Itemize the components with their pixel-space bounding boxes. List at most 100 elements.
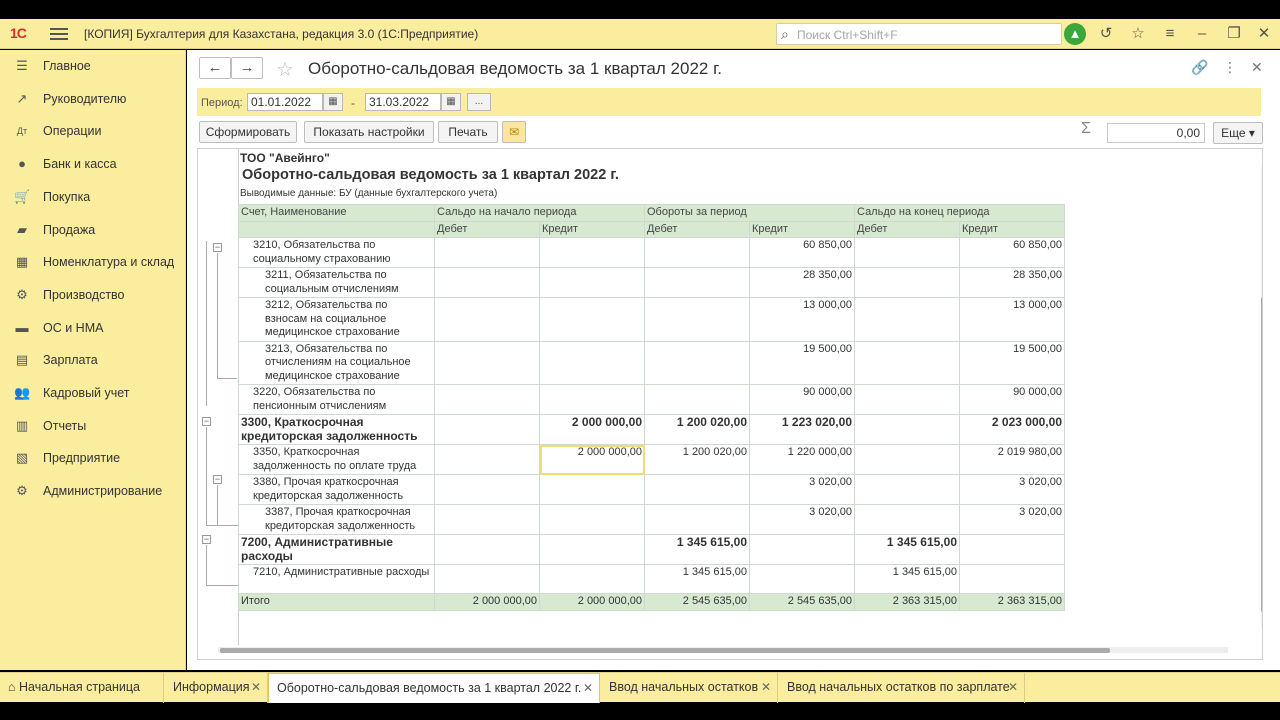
value-cell[interactable]: 13 000,00 <box>749 297 855 342</box>
account-name-cell[interactable]: 3213, Обязательства по отчислениям на со… <box>238 340 435 385</box>
value-cell[interactable] <box>434 444 540 475</box>
total-value-cell[interactable]: 2 363 315,00 <box>854 593 960 611</box>
value-cell[interactable]: 1 220 000,00 <box>749 444 855 475</box>
value-cell[interactable]: 90 000,00 <box>959 384 1065 415</box>
value-cell[interactable]: 90 000,00 <box>749 384 855 415</box>
value-cell[interactable]: 19 500,00 <box>749 340 855 385</box>
date-to-field[interactable]: 31.03.2022 <box>365 93 441 111</box>
value-cell[interactable] <box>434 340 540 385</box>
tab-close-icon[interactable]: ✕ <box>761 673 771 701</box>
value-cell[interactable]: 1 200 020,00 <box>644 444 750 475</box>
value-cell[interactable] <box>854 297 960 342</box>
settings-menu-icon[interactable]: ≡ <box>1160 24 1180 44</box>
sidebar-item[interactable]: ● Банк и касса <box>0 151 186 177</box>
sidebar-item[interactable]: ▦ Номенклатура и склад <box>0 249 186 275</box>
value-cell[interactable]: 3 020,00 <box>959 504 1065 535</box>
value-cell[interactable] <box>854 414 960 445</box>
account-name-cell[interactable]: 3387, Прочая краткосрочная кредиторская … <box>238 504 435 535</box>
date-from-field[interactable]: 01.01.2022 <box>247 93 323 111</box>
window-tab[interactable]: Ввод начальных остатков по зарплате ✕ <box>779 673 1025 703</box>
table-row[interactable]: 3220, Обязательства по пенсионным отчисл… <box>238 384 1065 415</box>
value-cell[interactable]: 13 000,00 <box>959 297 1065 342</box>
value-cell[interactable]: 60 850,00 <box>959 237 1065 268</box>
value-cell[interactable] <box>749 564 855 594</box>
value-cell[interactable] <box>749 534 855 565</box>
window-tab[interactable]: Информация ✕ <box>165 673 268 703</box>
value-cell[interactable] <box>959 564 1065 594</box>
value-cell[interactable] <box>644 237 750 268</box>
value-cell[interactable] <box>854 340 960 385</box>
value-cell[interactable]: 1 345 615,00 <box>644 564 750 594</box>
value-cell[interactable] <box>644 504 750 535</box>
table-row[interactable]: 3387, Прочая краткосрочная кредиторская … <box>238 504 1065 535</box>
tab-close-icon[interactable]: ✕ <box>1008 673 1018 701</box>
sidebar-item[interactable]: Дт Операции <box>0 118 186 144</box>
value-cell[interactable] <box>539 564 645 594</box>
value-cell[interactable]: 1 345 615,00 <box>854 564 960 594</box>
account-name-cell[interactable]: 7210, Административные расходы <box>238 564 435 594</box>
table-row[interactable]: 3212, Обязательства по взносам на социал… <box>238 297 1065 342</box>
table-row[interactable]: 7210, Административные расходы 1 345 615,… <box>238 564 1065 594</box>
value-cell[interactable] <box>434 474 540 505</box>
value-cell[interactable] <box>539 504 645 535</box>
value-cell[interactable] <box>644 340 750 385</box>
value-cell[interactable] <box>644 474 750 505</box>
calendar-to-icon[interactable]: ▦ <box>441 93 461 111</box>
tab-close-icon[interactable]: ✕ <box>251 673 261 701</box>
account-name-cell[interactable]: 3210, Обязательства по социальному страх… <box>238 237 435 268</box>
show-settings-button[interactable]: Показать настройки <box>304 121 434 143</box>
value-cell[interactable] <box>434 534 540 565</box>
sum-field[interactable]: 0,00 <box>1107 123 1205 143</box>
sidebar-item[interactable]: ▬ ОС и НМА <box>0 315 186 341</box>
value-cell[interactable] <box>854 267 960 298</box>
sidebar-item[interactable]: 👥 Кадровый учет <box>0 380 186 406</box>
search-input[interactable]: ⌕ Поиск Ctrl+Shift+F <box>776 23 1062 45</box>
total-value-cell[interactable]: 2 000 000,00 <box>539 593 645 611</box>
value-cell[interactable] <box>434 297 540 342</box>
account-name-cell[interactable]: 3220, Обязательства по пенсионным отчисл… <box>238 384 435 415</box>
value-cell[interactable]: 1 345 615,00 <box>854 534 960 565</box>
value-cell[interactable] <box>539 384 645 415</box>
total-value-cell[interactable]: 2 000 000,00 <box>434 593 540 611</box>
value-cell[interactable]: 1 345 615,00 <box>644 534 750 565</box>
tab-close-icon[interactable]: ✕ <box>583 674 593 702</box>
value-cell[interactable] <box>434 504 540 535</box>
back-button[interactable]: ← <box>199 57 231 79</box>
total-value-cell[interactable]: 2 545 635,00 <box>749 593 855 611</box>
value-cell[interactable] <box>854 474 960 505</box>
value-cell[interactable] <box>434 564 540 594</box>
account-name-cell[interactable]: 3380, Прочая краткосрочная кредиторская … <box>238 474 435 505</box>
value-cell[interactable]: 3 020,00 <box>959 474 1065 505</box>
value-cell[interactable]: 1 200 020,00 <box>644 414 750 445</box>
table-row[interactable]: 3213, Обязательства по отчислениям на со… <box>238 340 1065 385</box>
value-cell[interactable] <box>854 504 960 535</box>
collapse-group-icon[interactable]: − <box>202 417 211 426</box>
value-cell[interactable]: 1 223 020,00 <box>749 414 855 445</box>
value-cell[interactable]: 19 500,00 <box>959 340 1065 385</box>
horizontal-scroll-thumb[interactable] <box>220 648 1110 653</box>
value-cell[interactable] <box>539 297 645 342</box>
email-icon[interactable]: ✉ <box>502 121 526 143</box>
account-name-cell[interactable]: 7200, Административные расходы <box>238 534 435 565</box>
value-cell[interactable] <box>539 340 645 385</box>
table-row[interactable]: 3300, Краткосрочная кредиторская задолже… <box>238 414 1065 445</box>
account-name-cell[interactable]: 3212, Обязательства по взносам на социал… <box>238 297 435 342</box>
sidebar-item[interactable]: ▧ Предприятие <box>0 445 186 471</box>
value-cell[interactable] <box>959 534 1065 565</box>
value-cell[interactable]: 3 020,00 <box>749 474 855 505</box>
vertical-scroll-thumb[interactable] <box>1261 297 1262 612</box>
value-cell[interactable]: 60 850,00 <box>749 237 855 268</box>
sidebar-item[interactable]: ⚙ Администрирование <box>0 478 186 504</box>
sidebar-item[interactable]: ⚙ Производство <box>0 282 186 308</box>
user-icon[interactable]: ▲ <box>1064 23 1086 45</box>
value-cell[interactable] <box>854 384 960 415</box>
value-cell[interactable]: 2 023 000,00 <box>959 414 1065 445</box>
value-cell[interactable] <box>434 237 540 268</box>
value-cell[interactable] <box>539 474 645 505</box>
window-tab[interactable]: ⌂ Начальная страница <box>0 673 164 703</box>
main-menu-icon[interactable] <box>50 25 68 41</box>
sidebar-item[interactable]: ▥ Отчеты <box>0 413 186 439</box>
value-cell[interactable]: 28 350,00 <box>959 267 1065 298</box>
value-cell[interactable] <box>644 384 750 415</box>
account-name-cell[interactable]: 3300, Краткосрочная кредиторская задолже… <box>238 414 435 445</box>
